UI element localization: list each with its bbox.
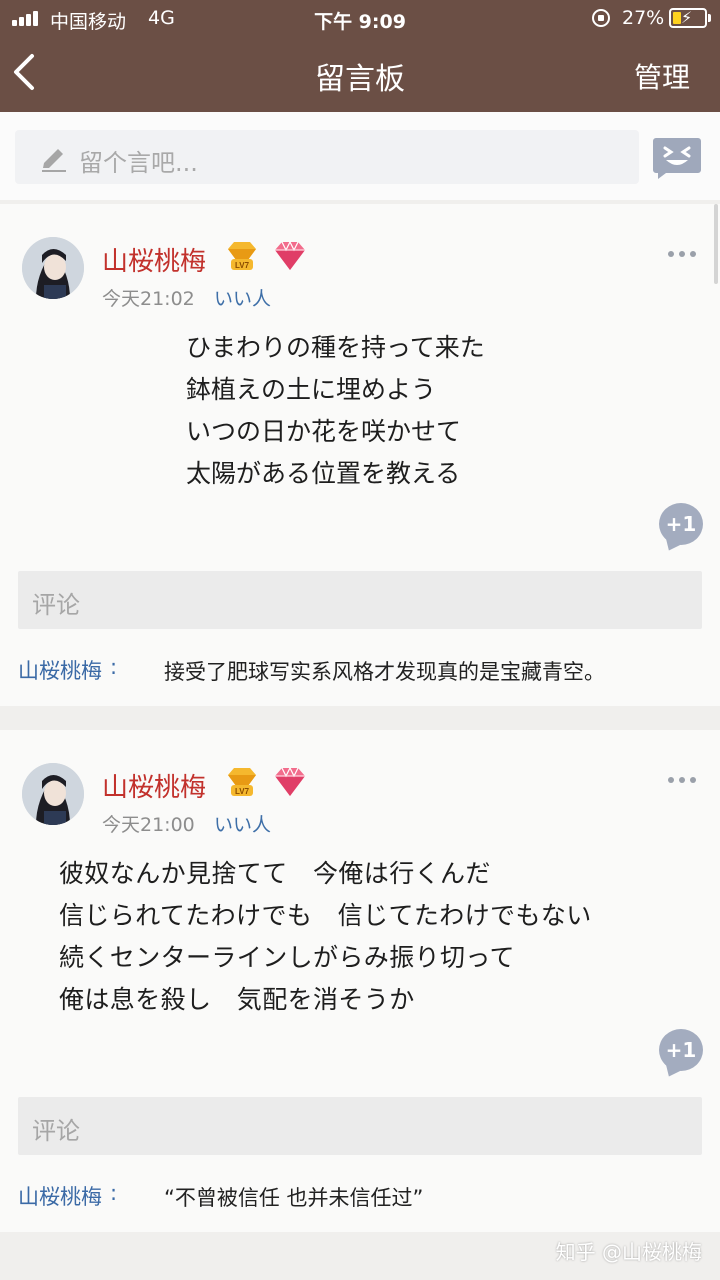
comment-placeholder: 评论	[32, 1117, 80, 1145]
author-name[interactable]: 山桜桃梅	[102, 241, 206, 278]
message-line: 俺は息を殺し 気配を消そうか	[59, 985, 415, 1014]
avatar[interactable]	[22, 763, 84, 825]
more-options-button[interactable]	[668, 774, 696, 786]
reply-author[interactable]: 山桜桃梅	[18, 655, 102, 685]
comment-input[interactable]: 评论	[18, 571, 702, 629]
svg-text:LV7: LV7	[235, 787, 250, 796]
rotation-lock-icon	[592, 9, 610, 27]
message-line: いつの日か花を咲かせて	[186, 417, 462, 446]
avatar[interactable]	[22, 237, 84, 299]
level-badge-icon: LV7	[228, 242, 256, 270]
more-options-button[interactable]	[668, 248, 696, 260]
watermark: 知乎 @山桜桃梅	[555, 1240, 702, 1264]
reply-author[interactable]: 山桜桃梅	[18, 1181, 102, 1211]
battery-level	[673, 12, 681, 24]
reply-text: “不曾被信任 也并未信任过”	[164, 1186, 424, 1210]
level-badge-icon: LV7	[228, 768, 256, 796]
message-card: 山桜桃梅 LV7 今天21:00 いい人 彼奴なんか見捨てて 今俺は行くんだ 信…	[0, 730, 720, 1232]
scroll-indicator[interactable]	[714, 204, 718, 284]
plus-one-button[interactable]: +1	[659, 1029, 703, 1071]
post-tag[interactable]: いい人	[214, 810, 271, 837]
composer-row: 留个言吧...	[0, 112, 720, 200]
pencil-icon	[42, 149, 66, 172]
post-timestamp: 今天21:02	[102, 288, 195, 310]
reply-colon: :	[110, 1181, 118, 1205]
plus-one-button[interactable]: +1	[659, 503, 703, 545]
comment-input[interactable]: 评论	[18, 1097, 702, 1155]
post-tag[interactable]: いい人	[214, 284, 271, 311]
emoji-button[interactable]	[652, 136, 702, 180]
message-line: 続くセンターラインしがらみ振り切って	[59, 943, 515, 972]
message-line: 鉢植えの土に埋めよう	[186, 375, 437, 404]
app-header: 中国移动 4G 下午 9:09 27% ⚡ 留言板 管理	[0, 0, 720, 112]
reply-colon: :	[110, 655, 118, 679]
message-body: 彼奴なんか見捨てて 今俺は行くんだ 信じられてたわけでも 信じてたわけでもない …	[59, 853, 592, 1021]
status-bar: 中国移动 4G 下午 9:09 27% ⚡	[0, 0, 720, 36]
message-body: ひまわりの種を持って来た 鉢植えの土に埋めよう いつの日か花を咲かせて 太陽があ…	[186, 327, 485, 495]
nav-bar: 留言板 管理	[0, 36, 720, 112]
emoji-face-icon	[653, 138, 701, 179]
message-line: ひまわりの種を持って来た	[186, 333, 485, 362]
message-card: 山桜桃梅 LV7 今天21:02 いい人 ひまわりの種を持って来た 鉢植えの土に…	[0, 204, 720, 706]
diamond-gem-icon	[275, 240, 305, 270]
author-name[interactable]: 山桜桃梅	[102, 767, 206, 804]
message-line: 信じられてたわけでも 信じてたわけでもない	[59, 901, 592, 930]
manage-button[interactable]: 管理	[634, 56, 690, 96]
battery-percent: 27%	[622, 7, 665, 29]
page-title: 留言板	[315, 62, 405, 97]
message-line: 彼奴なんか見捨てて 今俺は行くんだ	[59, 859, 491, 888]
comment-placeholder: 评论	[32, 591, 80, 619]
message-input-placeholder: 留个言吧...	[79, 149, 198, 177]
post-timestamp: 今天21:00	[102, 814, 195, 836]
charging-bolt-icon: ⚡	[681, 8, 693, 27]
diamond-gem-icon	[275, 766, 305, 796]
reply-text: 接受了肥球写实系风格才发现真的是宝藏青空。	[164, 660, 605, 684]
message-input[interactable]: 留个言吧...	[15, 130, 639, 184]
message-line: 太陽がある位置を教える	[186, 459, 461, 488]
svg-text:LV7: LV7	[235, 261, 250, 270]
battery-tip	[708, 14, 711, 22]
status-time: 下午 9:09	[314, 11, 406, 33]
